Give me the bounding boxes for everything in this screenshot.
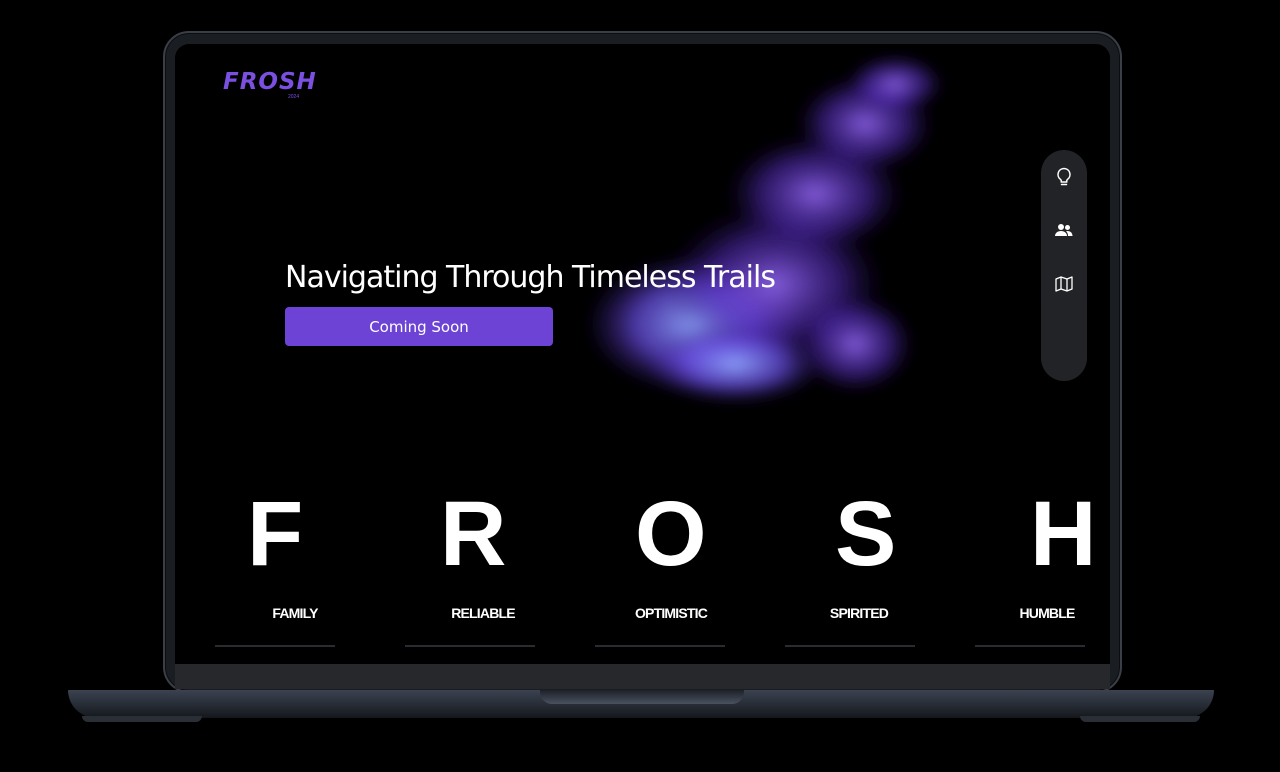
nav-item-map[interactable]	[1041, 264, 1087, 304]
value-letter-h: H	[1030, 483, 1097, 585]
bottom-strip	[175, 664, 1110, 689]
hero-title: Navigating Through Timeless Trails	[285, 260, 776, 295]
values-letters: F R O S H	[175, 484, 1110, 584]
value-letter-o: O	[635, 483, 707, 585]
coming-soon-button[interactable]: Coming Soon	[285, 307, 553, 346]
frosh-logo[interactable]: FROSH	[223, 69, 317, 95]
logo-year: 2024	[288, 94, 300, 100]
value-word-optimistic: OPTIMISTIC	[634, 605, 708, 621]
value-letter-r: R	[440, 483, 507, 585]
faint-description-text	[215, 645, 1085, 647]
nav-item-team[interactable]	[1041, 210, 1087, 250]
nav-item-ideas[interactable]	[1041, 157, 1087, 197]
value-letter-s: S	[835, 483, 897, 585]
users-icon	[1055, 224, 1073, 236]
value-word-family: FAMILY	[272, 605, 318, 621]
side-nav	[1041, 150, 1087, 381]
laptop-foot-right	[1080, 716, 1200, 722]
laptop-screen: FROSH 2024 Navigating Through Timeless T…	[175, 44, 1110, 689]
laptop-notch	[540, 690, 744, 704]
value-word-reliable: RELIABLE	[451, 605, 515, 621]
map-icon	[1055, 276, 1073, 292]
purple-smoke-image	[585, 54, 945, 404]
lightbulb-icon	[1057, 167, 1071, 186]
value-word-spirited: SPIRITED	[829, 605, 889, 621]
value-letter-f: F	[247, 483, 304, 585]
value-word-humble: HUMBLE	[1019, 605, 1075, 621]
laptop-foot-left	[82, 716, 202, 722]
